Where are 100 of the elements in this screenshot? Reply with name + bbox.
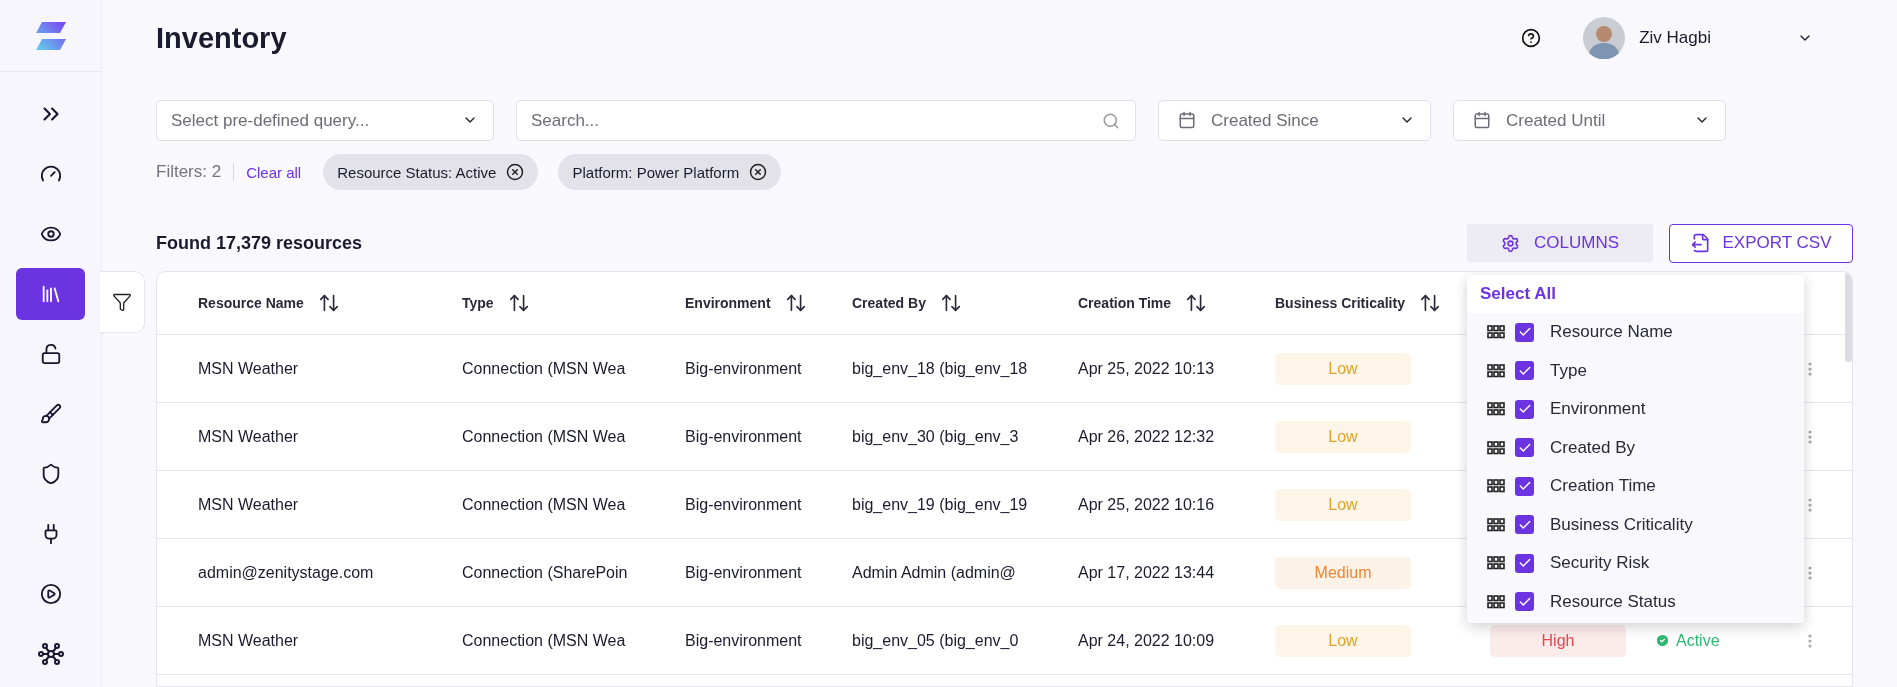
table-cell-text: Apr 26, 2022 12:32 (1078, 427, 1216, 446)
checkbox[interactable] (1515, 361, 1534, 381)
status-label: Active (1676, 631, 1720, 650)
drag-grid-icon[interactable] (1487, 325, 1505, 340)
remove-icon (506, 163, 525, 181)
table-cell-text: Big-environment (685, 359, 803, 378)
help-icon (1521, 28, 1542, 48)
column-option: Environment (1550, 399, 1646, 420)
filters-count: Filters: 2 (156, 163, 235, 181)
drag-grid-icon[interactable] (1487, 363, 1505, 378)
checkbox[interactable] (1515, 553, 1534, 573)
logo-icon (35, 21, 66, 50)
column-header[interactable]: Environment (685, 295, 771, 311)
table-cell-text: Apr 25, 2022 10:16 (1078, 495, 1216, 514)
criticality-badge: Low (1275, 420, 1411, 453)
drag-grid-icon[interactable] (1487, 517, 1505, 532)
table-cell-text: MSN Weather (198, 359, 300, 378)
table-cell-text: Big-environment (685, 631, 803, 650)
table-cell-text: Apr 25, 2022 10:13 (1078, 359, 1216, 378)
column-option: Business Criticality (1550, 514, 1693, 535)
play-icon (39, 583, 62, 605)
filter-chip[interactable]: Resource Status: Active (323, 154, 539, 190)
table-cell-text: Connection (MSN Wea (462, 427, 627, 446)
checkbox[interactable] (1515, 515, 1534, 535)
user-menu[interactable]: Ziv Hagbi (1583, 17, 1813, 59)
help-button[interactable] (1521, 28, 1542, 48)
table-cell-text: MSN Weather (198, 427, 300, 446)
table-cell-text: admin@zenitystage.com (198, 563, 375, 582)
table-cell-text: Big-environment (685, 495, 803, 514)
created-until-picker[interactable]: Created Until (1453, 100, 1726, 141)
export-csv-button[interactable]: EXPORT CSV (1669, 223, 1853, 263)
network-icon (37, 643, 64, 665)
column-option: Security Risk (1550, 553, 1650, 574)
table-cell-text: Big-environment (685, 427, 803, 446)
table-cell-text: big_env_18 (big_env_18 (852, 359, 1029, 378)
table-cell-text: big_env_30 (big_env_3 (852, 427, 1020, 446)
criticality-badge: Low (1275, 488, 1411, 521)
checkbox[interactable] (1515, 438, 1534, 458)
sort-icon[interactable] (317, 292, 340, 314)
results-count: Found 17,379 resources (156, 232, 364, 254)
criticality-badge: Low (1275, 624, 1411, 657)
table-cell-text: Connection (SharePoin (462, 563, 629, 582)
drag-grid-icon[interactable] (1487, 479, 1505, 494)
table-cell-text: Admin Admin (admin@ (852, 563, 1017, 582)
column-header[interactable]: Created By (852, 295, 926, 311)
file-export-icon (1690, 233, 1711, 253)
column-option: Resource Status (1550, 591, 1676, 612)
table-cell-text: Connection (MSN Wea (462, 359, 627, 378)
clear-all-link[interactable]: Clear all (246, 163, 302, 181)
calendar-icon (1178, 111, 1196, 129)
column-option: Creation Time (1550, 476, 1656, 497)
created-since-picker[interactable]: Created Since (1158, 100, 1431, 141)
filter-icon (112, 292, 132, 312)
gear-icon (1501, 233, 1520, 253)
table-cell-text: Big-environment (685, 563, 803, 582)
calendar-icon (1473, 111, 1491, 129)
column-header[interactable]: Type (462, 295, 494, 311)
column-option: Type (1550, 360, 1587, 381)
checkbox[interactable] (1515, 322, 1534, 342)
query-select[interactable]: Select pre-defined query... (156, 100, 494, 141)
criticality-badge: Low (1275, 352, 1411, 385)
avatar-icon (1583, 17, 1626, 59)
drag-grid-icon[interactable] (1487, 440, 1505, 455)
column-header[interactable]: Business Criticality (1275, 295, 1405, 311)
table-cell-text: Connection (MSN Wea (462, 495, 627, 514)
column-header[interactable]: Creation Time (1078, 295, 1172, 311)
more-icon (1808, 565, 1812, 580)
table-cell-text: Apr 17, 2022 13:44 (1078, 563, 1216, 582)
columns-button[interactable]: COLUMNS (1467, 224, 1653, 262)
column-option: Created By (1550, 437, 1636, 458)
risk-badge: High (1490, 624, 1626, 657)
sort-icon[interactable] (1185, 292, 1208, 314)
table-cell-text: big_env_19 (big_env_19 (852, 495, 1029, 514)
filter-chip[interactable]: Platform: Power Platform (558, 154, 782, 190)
sort-icon[interactable] (939, 292, 962, 314)
checkbox[interactable] (1515, 476, 1534, 496)
table-cell-text: MSN Weather (198, 631, 300, 650)
unlocked-padlock-icon (39, 343, 62, 365)
search-icon (1102, 112, 1120, 130)
filter-toggle[interactable] (100, 271, 145, 333)
checkbox[interactable] (1515, 399, 1534, 419)
drag-grid-icon[interactable] (1487, 594, 1505, 609)
table-cell-text: Connection (MSN Wea (462, 631, 627, 650)
sort-icon[interactable] (784, 292, 807, 314)
drag-grid-icon[interactable] (1487, 402, 1505, 417)
column-option: Resource Name (1550, 322, 1673, 343)
scrollbar[interactable] (1845, 272, 1852, 362)
sort-icon[interactable] (507, 292, 530, 314)
more-icon (1808, 497, 1812, 512)
checkbox[interactable] (1515, 592, 1534, 612)
sort-icon[interactable] (1418, 292, 1441, 314)
column-header[interactable]: Resource Name (198, 295, 304, 311)
search-field[interactable]: Search... (516, 100, 1136, 141)
drag-grid-icon[interactable] (1487, 556, 1505, 571)
more-icon (1808, 429, 1812, 444)
more-icon (1808, 361, 1812, 376)
remove-icon (749, 163, 768, 181)
more-icon (1808, 633, 1812, 648)
select-all-button[interactable]: Select All (1480, 284, 1556, 304)
criticality-badge: Medium (1275, 556, 1411, 589)
